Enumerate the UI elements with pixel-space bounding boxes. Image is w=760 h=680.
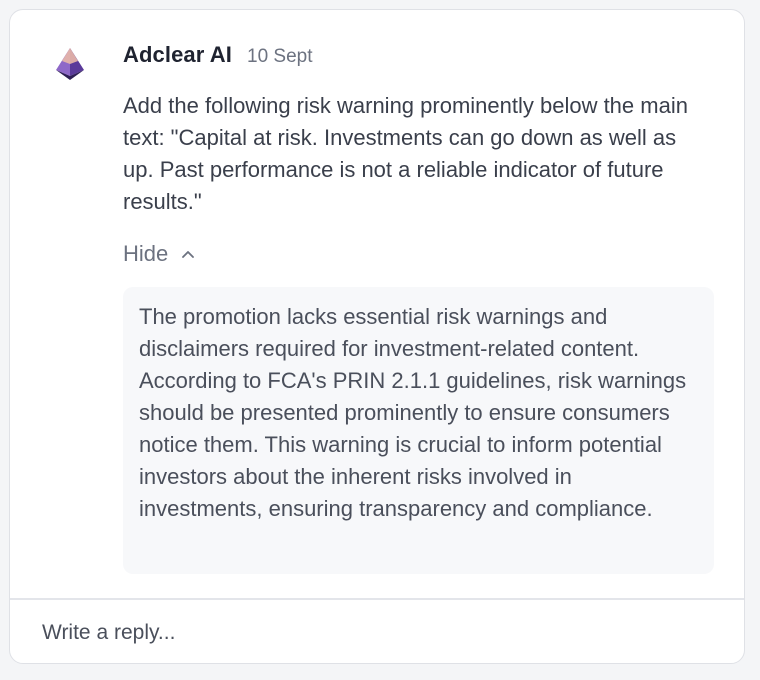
chevron-up-icon: [182, 251, 195, 258]
reply-input[interactable]: [10, 600, 744, 663]
hide-toggle-button[interactable]: Hide: [123, 238, 196, 270]
comment-header: Adclear AI 10 Sept: [123, 42, 313, 74]
comment-author: Adclear AI: [123, 42, 233, 67]
explanation-panel: The promotion lacks essential risk warni…: [123, 287, 714, 574]
explanation-text: The promotion lacks essential risk warni…: [139, 304, 687, 521]
comment-card: Adclear AI 10 Sept Add the following ris…: [9, 9, 745, 664]
hide-toggle-label: Hide: [123, 241, 169, 266]
comment-message: Add the following risk warning prominent…: [123, 93, 688, 214]
adclear-logo-icon: [56, 48, 84, 80]
comment-date: 10 Sept: [247, 46, 313, 67]
